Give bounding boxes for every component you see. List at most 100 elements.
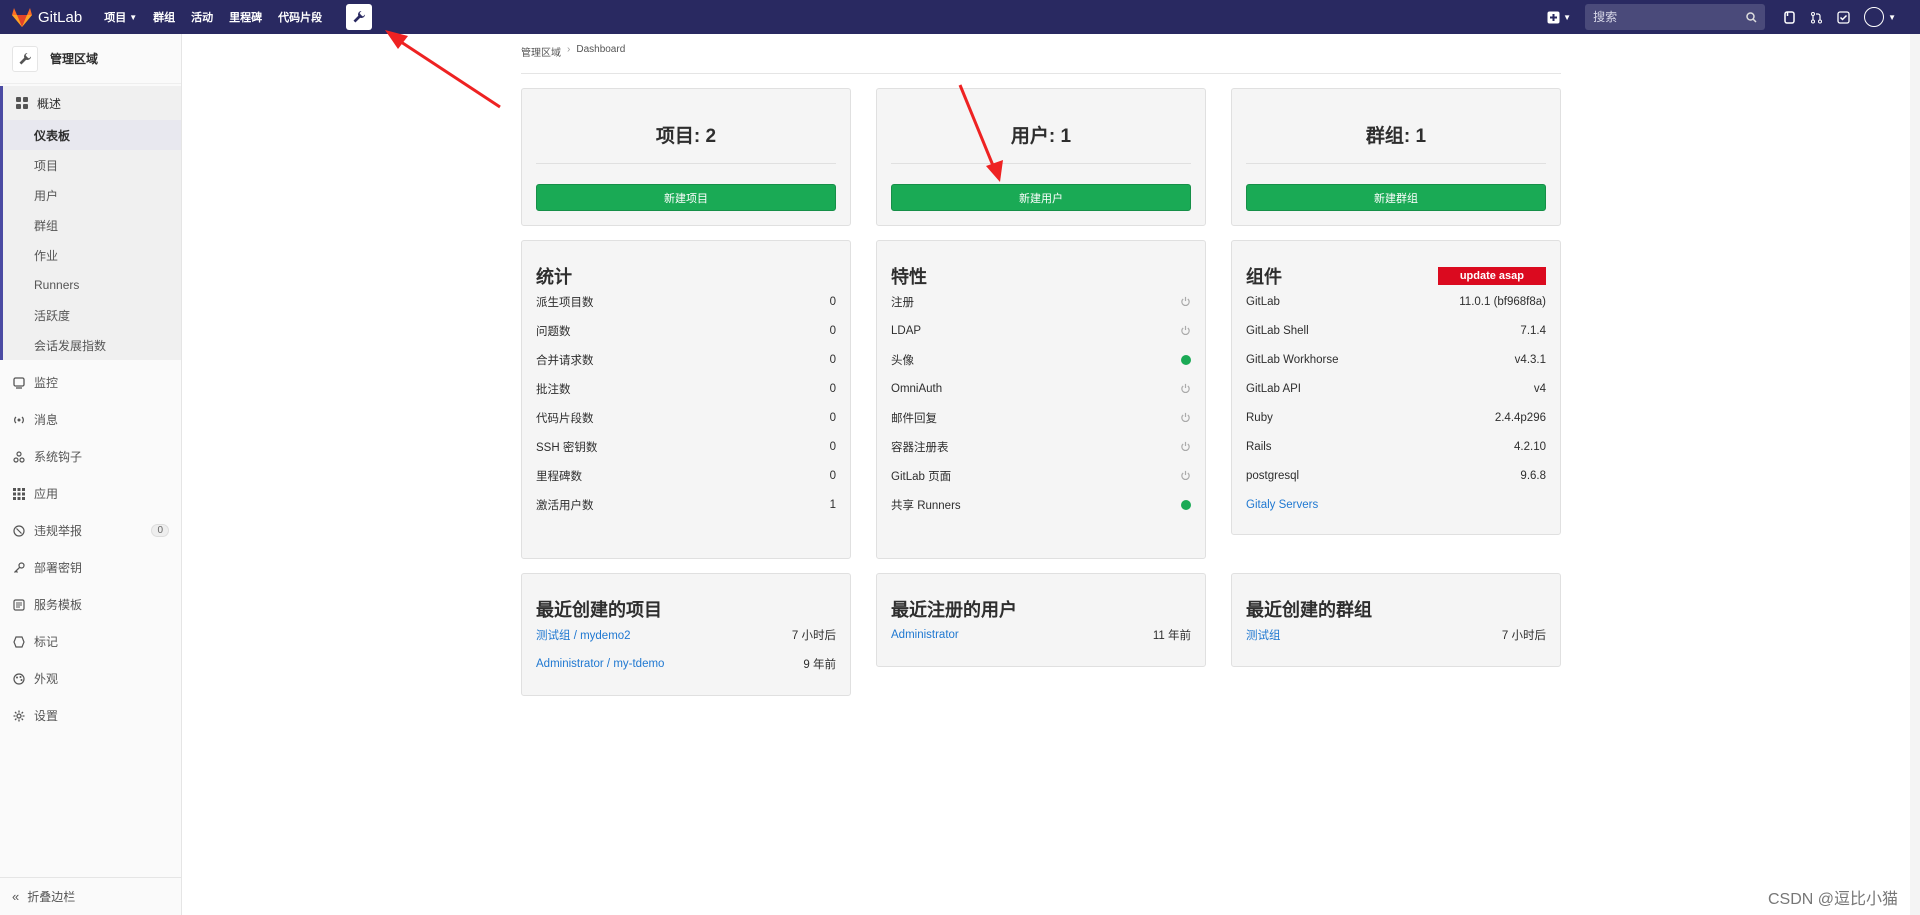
- sidebar-sub-activity[interactable]: 活跃度: [3, 300, 181, 330]
- stat-value: 0: [829, 469, 836, 482]
- features-rows: 注册 LDAP 头像 OmniAuth 邮件回复 容器注册表 GitLab 页面 共享 Run…: [877, 287, 1205, 519]
- status-on-icon: [1181, 354, 1191, 365]
- issues-link[interactable]: [1783, 10, 1796, 24]
- sidebar-item-label: 外观: [34, 672, 59, 686]
- feature-label: 注册: [891, 296, 914, 309]
- sidebar-item-labels[interactable]: 标记: [0, 623, 181, 660]
- stat-row: 批注数 0: [522, 374, 850, 403]
- admin-area-button[interactable]: [346, 4, 373, 30]
- sidebar-sub-groups[interactable]: 群组: [3, 210, 181, 240]
- stat-value: 1: [829, 498, 836, 511]
- registered-time: 11 年前: [1152, 629, 1191, 642]
- groups-count-card: 群组: 1 新建群组: [1231, 88, 1561, 226]
- new-dropdown[interactable]: ▼: [1547, 11, 1571, 24]
- sidebar-sub-devops-score[interactable]: 会话发展指数: [3, 330, 181, 360]
- todo-check-icon: [1837, 10, 1850, 24]
- nav-groups-label: 群组: [153, 12, 176, 24]
- sidebar-sub-dashboard[interactable]: 仪表板: [3, 120, 181, 150]
- nav-activity[interactable]: 活动: [191, 9, 213, 25]
- user-menu[interactable]: ▼: [1864, 7, 1896, 27]
- recent-project-row: 测试组 / mydemo2 7 小时后: [522, 620, 850, 649]
- stat-row: 派生项目数 0: [522, 287, 850, 316]
- nav-milestones[interactable]: 里程碑: [229, 9, 262, 25]
- gitlab-logo[interactable]: GitLab: [12, 7, 82, 27]
- sidebar-header[interactable]: 管理区域: [0, 34, 181, 84]
- sidebar-item-overview[interactable]: 概述: [3, 86, 181, 120]
- sidebar-item-applications[interactable]: 应用: [0, 475, 181, 512]
- statistics-card: 统计 派生项目数 0 问题数 0 合并请求数 0 批注数 0 代码片段数 0 SSH 密钥…: [521, 240, 851, 559]
- component-row: GitLab Shell 7.1.4: [1232, 316, 1560, 345]
- stat-row: 合并请求数 0: [522, 345, 850, 374]
- sidebar-item-messages[interactable]: 消息: [0, 401, 181, 438]
- sidebar-item-deploy-keys[interactable]: 部署密钥: [0, 549, 181, 586]
- merge-requests-link[interactable]: [1810, 11, 1823, 24]
- feature-row: 注册: [877, 287, 1205, 316]
- power-off-icon: [1181, 412, 1190, 423]
- divider: [1246, 163, 1546, 164]
- feature-label: 邮件回复: [891, 412, 937, 425]
- sidebar-sub-jobs[interactable]: 作业: [3, 240, 181, 270]
- nav-snippets[interactable]: 代码片段: [278, 9, 322, 25]
- new-user-button[interactable]: 新建用户: [891, 184, 1191, 211]
- features-title-text: 特性: [891, 266, 927, 287]
- sidebar-sub-projects[interactable]: 项目: [3, 150, 181, 180]
- recent-project-row: Administrator / my-tdemo 9 年前: [522, 649, 850, 678]
- stat-label: 代码片段数: [536, 412, 594, 425]
- sidebar-item-label: 系统钩子: [34, 450, 83, 464]
- search-icon: [1746, 11, 1757, 23]
- apps-icon: [12, 487, 26, 500]
- sidebar-item-service-templates[interactable]: 服务模板: [0, 586, 181, 623]
- stat-value: 0: [829, 440, 836, 453]
- appearance-icon: [12, 672, 26, 685]
- breadcrumb-root[interactable]: 管理区域: [521, 44, 561, 59]
- breadcrumb-current[interactable]: Dashboard: [576, 44, 625, 55]
- annotation-arrow: [385, 30, 501, 109]
- new-group-button[interactable]: 新建群组: [1246, 184, 1546, 211]
- new-project-button[interactable]: 新建项目: [536, 184, 836, 211]
- nav-projects-label: 项目: [104, 12, 127, 24]
- components-rows: GitLab 11.0.1 (bf968f8a) GitLab Shell 7.1.…: [1232, 287, 1560, 519]
- search-input[interactable]: [1593, 10, 1734, 24]
- todos-link[interactable]: [1837, 10, 1850, 24]
- sidebar-item-monitoring[interactable]: 监控: [0, 364, 181, 401]
- sidebar-sub-runners[interactable]: Runners: [3, 270, 181, 300]
- chevron-down-icon: ▼: [1563, 12, 1572, 22]
- sidebar-item-settings[interactable]: 设置: [0, 697, 181, 734]
- search-box[interactable]: [1585, 4, 1766, 30]
- double-chevron-left-icon: «: [12, 889, 20, 904]
- recent-group-row: 测试组 7 小时后: [1232, 620, 1560, 649]
- features-card: 特性 注册 LDAP 头像 OmniAuth 邮件回复 容器注册表 GitLab 页面 共享 …: [876, 240, 1206, 559]
- users-count-card: 用户: 1 新建用户: [876, 88, 1206, 226]
- page-scrollbar[interactable]: [1910, 34, 1920, 915]
- gitlab-tanuki-icon: [12, 7, 32, 27]
- gitaly-servers-link[interactable]: Gitaly Servers: [1246, 499, 1318, 511]
- sidebar-sub-users[interactable]: 用户: [3, 180, 181, 210]
- nav-projects[interactable]: 项目 ▼: [104, 9, 137, 25]
- power-off-icon: [1181, 296, 1190, 307]
- sidebar-item-system-hooks[interactable]: 系统钩子: [0, 438, 181, 475]
- power-off-icon: [1181, 383, 1190, 394]
- group-link[interactable]: 测试组: [1246, 627, 1281, 643]
- sidebar-item-appearance[interactable]: 外观: [0, 660, 181, 697]
- stat-label: 合并请求数: [536, 354, 594, 367]
- stat-label: 里程碑数: [536, 470, 582, 483]
- component-version: 7.1.4: [1520, 324, 1546, 337]
- component-row: GitLab Workhorse v4.3.1: [1232, 345, 1560, 374]
- collapse-sidebar-button[interactable]: « 折叠边栏: [0, 877, 181, 915]
- csdn-watermark: CSDN @逗比小猫: [1767, 891, 1898, 908]
- stat-value: 0: [829, 353, 836, 366]
- collapse-label: 折叠边栏: [27, 890, 76, 904]
- hook-icon: [12, 450, 26, 463]
- component-row: postgresql 9.6.8: [1232, 461, 1560, 490]
- project-link[interactable]: Administrator / my-tdemo: [536, 658, 664, 670]
- project-link[interactable]: 测试组 / mydemo2: [536, 627, 631, 643]
- component-label: GitLab: [1246, 295, 1280, 308]
- sidebar-item-abuse-reports[interactable]: 违规举报 0: [0, 512, 181, 549]
- stat-value: 0: [829, 382, 836, 395]
- nav-groups[interactable]: 群组: [153, 9, 175, 25]
- feature-row: 容器注册表: [877, 432, 1205, 461]
- user-link[interactable]: Administrator: [891, 629, 959, 641]
- divider: [536, 163, 836, 164]
- stat-value: 0: [829, 295, 836, 308]
- update-asap-badge[interactable]: update asap: [1437, 266, 1546, 285]
